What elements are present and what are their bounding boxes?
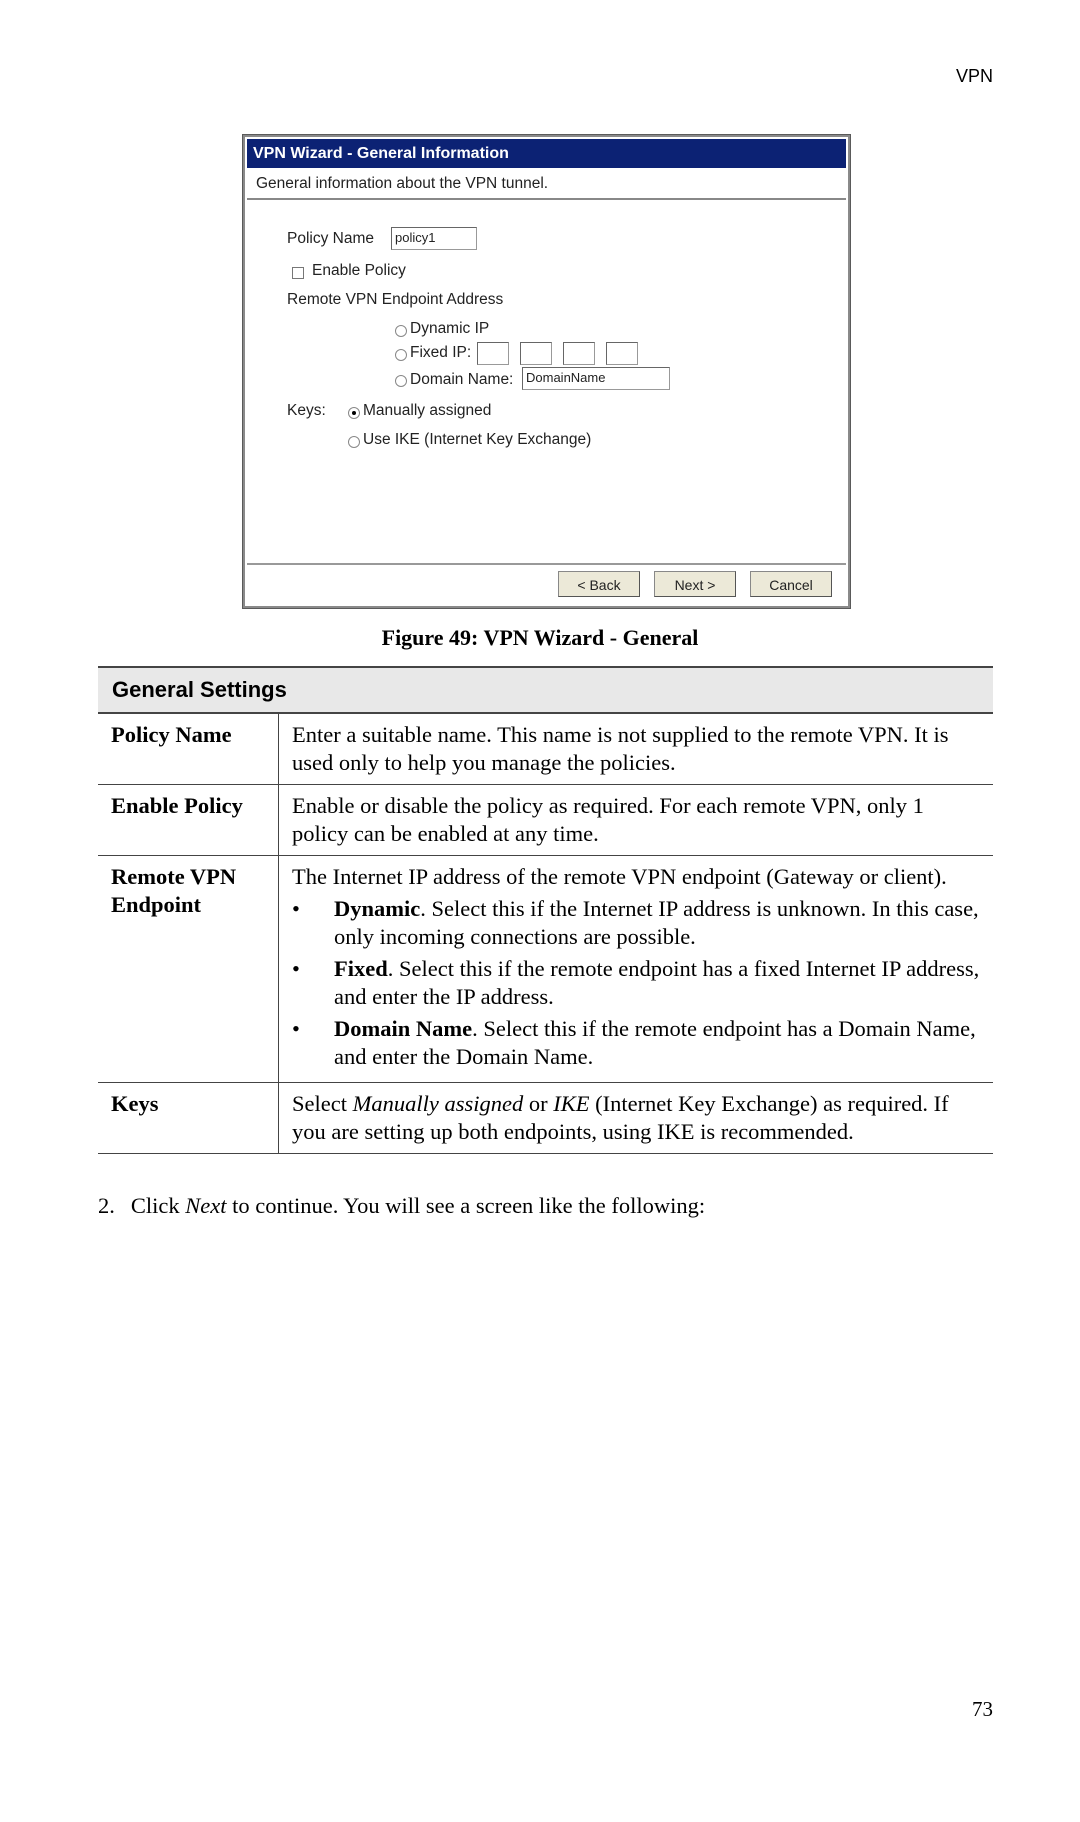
table-row: Enable Policy Enable or disable the poli…: [98, 784, 993, 856]
dialog-subtitle: General information about the VPN tunnel…: [247, 169, 846, 200]
emphasis: Next: [185, 1193, 227, 1218]
back-button[interactable]: < Back: [558, 571, 640, 597]
bullet-term: Domain Name: [334, 1016, 473, 1041]
table-heading: General Settings: [98, 666, 993, 714]
text: Select: [292, 1091, 353, 1116]
dynamic-ip-label: Dynamic IP: [410, 320, 490, 337]
list-item: Domain Name. Select this if the remote e…: [292, 1015, 981, 1071]
policy-name-label: Policy Name: [287, 230, 374, 247]
document-page: VPN VPN Wizard - General Information Gen…: [0, 0, 1080, 1822]
fixed-ip-octet-2[interactable]: [520, 342, 552, 365]
row-key: Keys: [98, 1082, 279, 1154]
keys-label: Keys:: [287, 402, 326, 419]
bullet-text: . Select this if the Internet IP address…: [334, 896, 979, 949]
text: Click: [130, 1193, 186, 1218]
domain-name-radio[interactable]: [395, 375, 407, 387]
bullet-list: Dynamic. Select this if the Internet IP …: [292, 895, 981, 1071]
remote-endpoint-label: Remote VPN Endpoint Address: [287, 291, 504, 308]
fixed-ip-octet-4[interactable]: [606, 342, 638, 365]
domain-name-label: Domain Name:: [410, 371, 514, 388]
step-number: 2.: [98, 1193, 115, 1218]
bullet-term: Fixed: [334, 956, 388, 981]
domain-name-input[interactable]: DomainName: [522, 367, 670, 390]
list-item: Dynamic. Select this if the Internet IP …: [292, 895, 981, 951]
row-desc: The Internet IP address of the remote VP…: [292, 864, 947, 889]
keys-manual-radio[interactable]: [348, 407, 360, 419]
row-desc-cell: The Internet IP address of the remote VP…: [278, 855, 993, 1083]
fixed-ip-octet-3[interactable]: [563, 342, 595, 365]
general-settings-table: General Settings Policy Name Enter a sui…: [98, 666, 993, 1154]
row-desc: Enter a suitable name. This name is not …: [278, 713, 993, 785]
dialog-title: VPN Wizard - General Information: [247, 139, 846, 168]
row-key: Remote VPN Endpoint: [98, 855, 279, 1083]
fixed-ip-octet-1[interactable]: [477, 342, 509, 365]
keys-manual-label: Manually assigned: [363, 402, 492, 419]
keys-ike-radio[interactable]: [348, 436, 360, 448]
dynamic-ip-radio[interactable]: [395, 325, 407, 337]
text: to continue. You will see a screen like …: [226, 1193, 706, 1218]
dialog-divider: [247, 563, 846, 565]
list-item: Fixed. Select this if the remote endpoin…: [292, 955, 981, 1011]
policy-name-input[interactable]: policy1: [391, 227, 477, 250]
row-desc: Select Manually assigned or IKE (Interne…: [278, 1082, 993, 1154]
fixed-ip-radio[interactable]: [395, 349, 407, 361]
running-header: VPN: [955, 66, 993, 86]
row-key: Enable Policy: [98, 784, 279, 856]
step-instruction: 2. Click Next to continue. You will see a…: [98, 1193, 705, 1219]
emphasis: IKE: [553, 1091, 590, 1116]
table-row: Policy Name Enter a suitable name. This …: [98, 713, 993, 785]
vpn-wizard-dialog: VPN Wizard - General Information General…: [242, 134, 851, 609]
text: or: [523, 1091, 554, 1116]
emphasis: Manually assigned: [352, 1091, 524, 1116]
cancel-button[interactable]: Cancel: [750, 571, 832, 597]
bullet-term: Dynamic: [334, 896, 421, 921]
enable-policy-label: Enable Policy: [312, 262, 406, 279]
row-key: Policy Name: [98, 713, 279, 785]
next-button[interactable]: Next >: [654, 571, 736, 597]
page-number: 73: [972, 1697, 993, 1721]
fixed-ip-label: Fixed IP:: [410, 344, 472, 361]
keys-ike-label: Use IKE (Internet Key Exchange): [363, 431, 592, 448]
row-desc: Enable or disable the policy as required…: [278, 784, 993, 856]
enable-policy-checkbox[interactable]: [292, 267, 304, 279]
table-row: Keys Select Manually assigned or IKE (In…: [98, 1082, 993, 1154]
figure-caption: Figure 49: VPN Wizard - General: [381, 625, 699, 650]
bullet-text: . Select this if the remote endpoint has…: [334, 956, 980, 1009]
table-row: Remote VPN Endpoint The Internet IP addr…: [98, 855, 993, 1083]
